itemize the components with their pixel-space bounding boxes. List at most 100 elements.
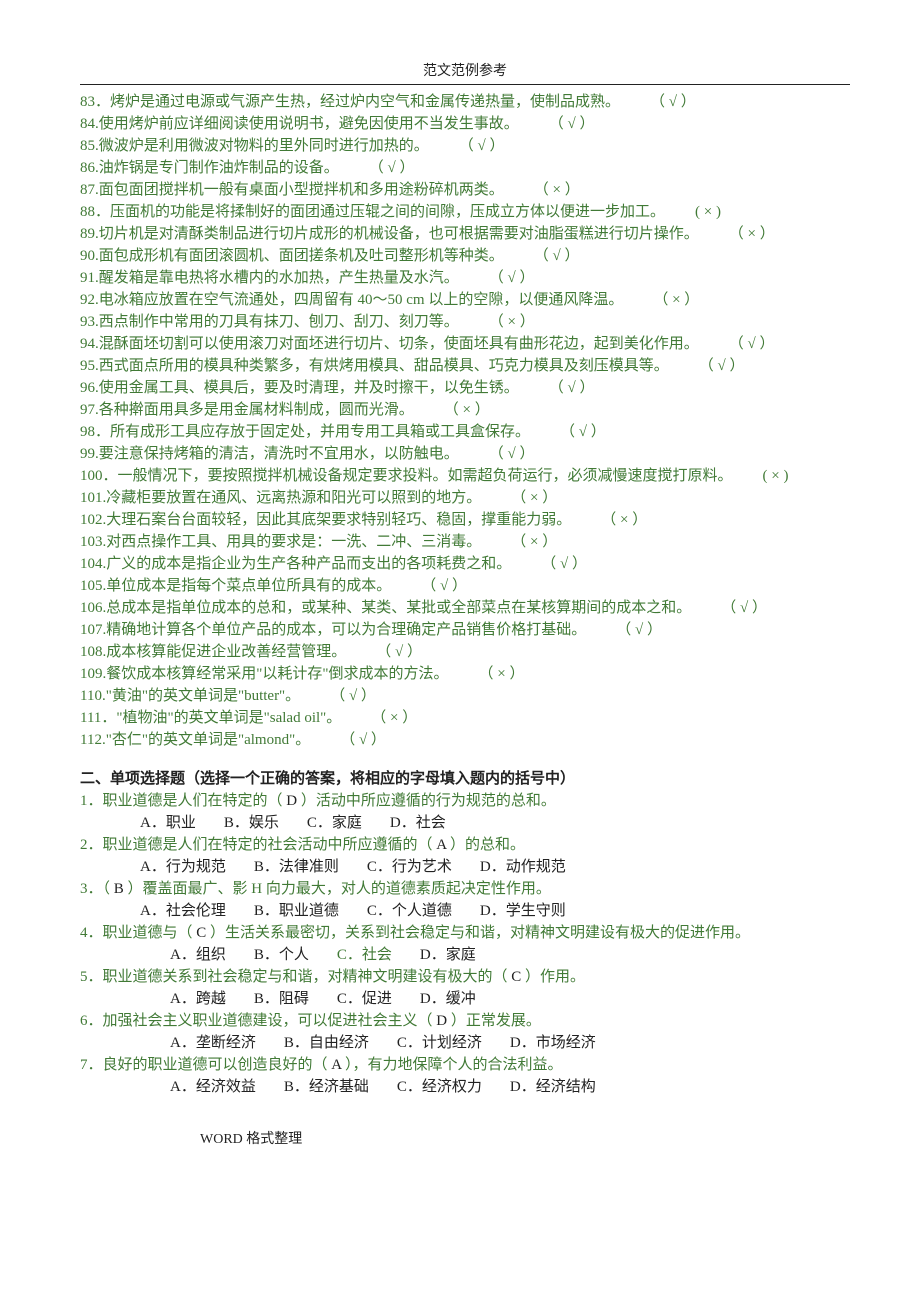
tf-item: 86.油炸锅是专门制作油炸制品的设备。 （ √ ） xyxy=(80,157,850,179)
mc-question: 1．职业道德是人们在特定的（ D ）活动中所应遵循的行为规范的总和。 xyxy=(80,790,850,812)
tf-item: 89.切片机是对清酥类制品进行切片成形的机械设备，也可根据需要对油脂蛋糕进行切片… xyxy=(80,223,850,245)
mc-option: C．经济权力 xyxy=(397,1076,482,1098)
mc-option: D．市场经济 xyxy=(510,1032,596,1054)
answer-mark: （ √ ） xyxy=(376,644,422,660)
item-number: 112. xyxy=(80,732,106,748)
item-number: 86. xyxy=(80,160,99,176)
item-text: 一般情况下，要按照搅拌机械设备规定要求投料。如需超负荷运行，必须减慢速度搅打原料… xyxy=(118,468,733,484)
tf-item: 94.混酥面坯切割可以使用滚刀对面坯进行切片、切条，使面坯具有曲形花边，起到美化… xyxy=(80,333,850,355)
mc-question: 6．加强社会主义职业道德建设，可以促进社会主义（ D ）正常发展。 xyxy=(80,1010,850,1032)
item-text: "黄油"的英文单词是"butter"。 xyxy=(106,688,300,704)
question-pre: 职业道德是人们在特定的社会活动中所应遵循的（ xyxy=(103,837,433,853)
answer-mark: （ √ ） xyxy=(650,94,696,110)
mc-option: D．学生守则 xyxy=(480,900,566,922)
tf-item: 98．所有成形工具应存放于固定处，并用专用工具箱或工具盒保存。 （ √ ） xyxy=(80,421,850,443)
mc-option: A．跨越 xyxy=(170,988,226,1010)
tf-item: 92.电冰箱应放置在空气流通处，四周留有 40～50 cm 以上的空隙，以便通风… xyxy=(80,289,850,311)
tf-item: 90.面包成形机有面团滚圆机、面团搓条机及吐司整形机等种类。 （ √ ） xyxy=(80,245,850,267)
item-number: 103. xyxy=(80,534,106,550)
item-text: 面包面团搅拌机一般有桌面小型搅拌机和多用途粉碎机两类。 xyxy=(99,182,504,198)
item-number: 97. xyxy=(80,402,99,418)
item-text: 微波炉是利用微波对物料的里外同时进行加热的。 xyxy=(99,138,429,154)
mc-option: A．行为规范 xyxy=(140,856,226,878)
mc-option: B．阻碍 xyxy=(254,988,309,1010)
tf-item: 112."杏仁"的英文单词是"almond"。 （ √ ） xyxy=(80,729,850,751)
tf-item: 102.大理石案台台面较轻，因此其底架要求特别轻巧、稳固，撑重能力弱。 （ × … xyxy=(80,509,850,531)
answer-mark: （ × ） xyxy=(371,710,417,726)
tf-item: 88．压面机的功能是将揉制好的面团通过压辊之间的间隙，压成立方体以便进一步加工。… xyxy=(80,201,850,223)
item-number: 1． xyxy=(80,793,103,809)
item-number: 98． xyxy=(80,424,110,440)
item-text: 使用金属工具、模具后，要及时清理，并及时擦干，以免生锈。 xyxy=(99,380,519,396)
mc-option: C．计划经济 xyxy=(397,1032,482,1054)
answer-letter: B xyxy=(110,881,128,897)
mc-question: 3．（ B ）覆盖面最广、影 H 向力最大，对人的道德素质起决定性作用。 xyxy=(80,878,850,900)
mc-option: B．娱乐 xyxy=(224,812,279,834)
mc-options: A．跨越 B．阻碍 C．促进 D．缓冲 xyxy=(80,988,850,1010)
answer-mark: （ √ ） xyxy=(421,578,467,594)
tf-item: 97.各种擀面用具多是用金属材料制成，圆而光滑。 （ × ） xyxy=(80,399,850,421)
tf-item: 83．烤炉是通过电源或气源产生热，经过炉内空气和金属传递热量，使制品成熟。 （ … xyxy=(80,91,850,113)
mc-question: 5．职业道德关系到社会稳定与和谐，对精神文明建设有极大的（ C ）作用。 xyxy=(80,966,850,988)
answer-mark: （ √ ） xyxy=(340,732,386,748)
answer-mark: ( × ) xyxy=(763,468,789,484)
answer-letter: C xyxy=(193,925,211,941)
mc-question: 7．良好的职业道德可以创造良好的（ A ），有力地保障个人的合法利益。 xyxy=(80,1054,850,1076)
item-number: 99. xyxy=(80,446,99,462)
page-header: 范文范例参考 xyxy=(80,60,850,85)
item-number: 83． xyxy=(80,94,110,110)
item-number: 4． xyxy=(80,925,103,941)
item-text: 对西点操作工具、用具的要求是：一洗、二冲、三消毒。 xyxy=(106,534,481,550)
item-number: 89. xyxy=(80,226,99,242)
tf-item: 104.广义的成本是指企业为生产各种产品而支出的各项耗费之和。 （ √ ） xyxy=(80,553,850,575)
answer-mark: （ × ） xyxy=(511,490,557,506)
item-text: 精确地计算各个单位产品的成本，可以为合理确定产品销售价格打基础。 xyxy=(106,622,586,638)
answer-mark: （ × ） xyxy=(653,292,699,308)
item-number: 87. xyxy=(80,182,99,198)
answer-mark: （ √ ） xyxy=(549,380,595,396)
answer-mark: （ × ） xyxy=(489,314,535,330)
item-text: 冷藏柜要放置在通风、远离热源和阳光可以照到的地方。 xyxy=(106,490,481,506)
item-number: 108. xyxy=(80,644,106,660)
item-text: 大理石案台台面较轻，因此其底架要求特别轻巧、稳固，撑重能力弱。 xyxy=(106,512,571,528)
mc-option: B．经济基础 xyxy=(284,1076,369,1098)
page-footer: WORD 格式整理 xyxy=(80,1128,850,1148)
answer-letter: C xyxy=(508,969,526,985)
answer-mark: （ × ） xyxy=(444,402,490,418)
mc-options: A．组织B．个人C．社会D．家庭 xyxy=(80,944,850,966)
tf-item: 96.使用金属工具、模具后，要及时清理，并及时擦干，以免生锈。 （ √ ） xyxy=(80,377,850,399)
item-number: 111． xyxy=(80,710,116,726)
item-number: 94. xyxy=(80,336,99,352)
item-text: 油炸锅是专门制作油炸制品的设备。 xyxy=(99,160,339,176)
answer-mark: （ √ ） xyxy=(330,688,376,704)
mc-option: B．法律准则 xyxy=(254,856,339,878)
tf-item: 101.冷藏柜要放置在通风、远离热源和阳光可以照到的地方。 （ × ） xyxy=(80,487,850,509)
item-number: 107. xyxy=(80,622,106,638)
mc-option: B．自由经济 xyxy=(284,1032,369,1054)
mc-option: D．缓冲 xyxy=(420,988,476,1010)
mc-option: C．促进 xyxy=(337,988,392,1010)
answer-mark: （ × ） xyxy=(511,534,557,550)
item-number: 104. xyxy=(80,556,106,572)
item-number: 6． xyxy=(80,1013,103,1029)
answer-mark: （ × ） xyxy=(534,182,580,198)
item-number: 93. xyxy=(80,314,99,330)
tf-item: 107.精确地计算各个单位产品的成本，可以为合理确定产品销售价格打基础。 （ √… xyxy=(80,619,850,641)
answer-mark: （ √ ） xyxy=(699,358,745,374)
item-text: 西点制作中常用的刀具有抹刀、刨刀、刮刀、刻刀等。 xyxy=(99,314,459,330)
answer-mark: （ √ ） xyxy=(549,116,595,132)
item-text: 面包成形机有面团滚圆机、面团搓条机及吐司整形机等种类。 xyxy=(99,248,504,264)
item-number: 95. xyxy=(80,358,99,374)
question-post: ），有力地保障个人的合法利益。 xyxy=(345,1057,563,1073)
item-number: 106. xyxy=(80,600,106,616)
answer-mark: （ × ） xyxy=(601,512,647,528)
tf-item: 106.总成本是指单位成本的总和，或某种、某类、某批或全部菜点在某核算期间的成本… xyxy=(80,597,850,619)
mc-options: A．经济效益B．经济基础C．经济权力D．经济结构 xyxy=(80,1076,850,1098)
tf-item: 111．"植物油"的英文单词是"salad oil"。 （ × ） xyxy=(80,707,850,729)
question-pre: （ xyxy=(103,881,111,897)
mc-option: B．职业道德 xyxy=(254,900,339,922)
item-number: 90. xyxy=(80,248,99,264)
tf-item: 99.要注意保持烤箱的清洁，清洗时不宜用水，以防触电。 （ √ ） xyxy=(80,443,850,465)
item-number: 85. xyxy=(80,138,99,154)
item-number: 100． xyxy=(80,468,118,484)
